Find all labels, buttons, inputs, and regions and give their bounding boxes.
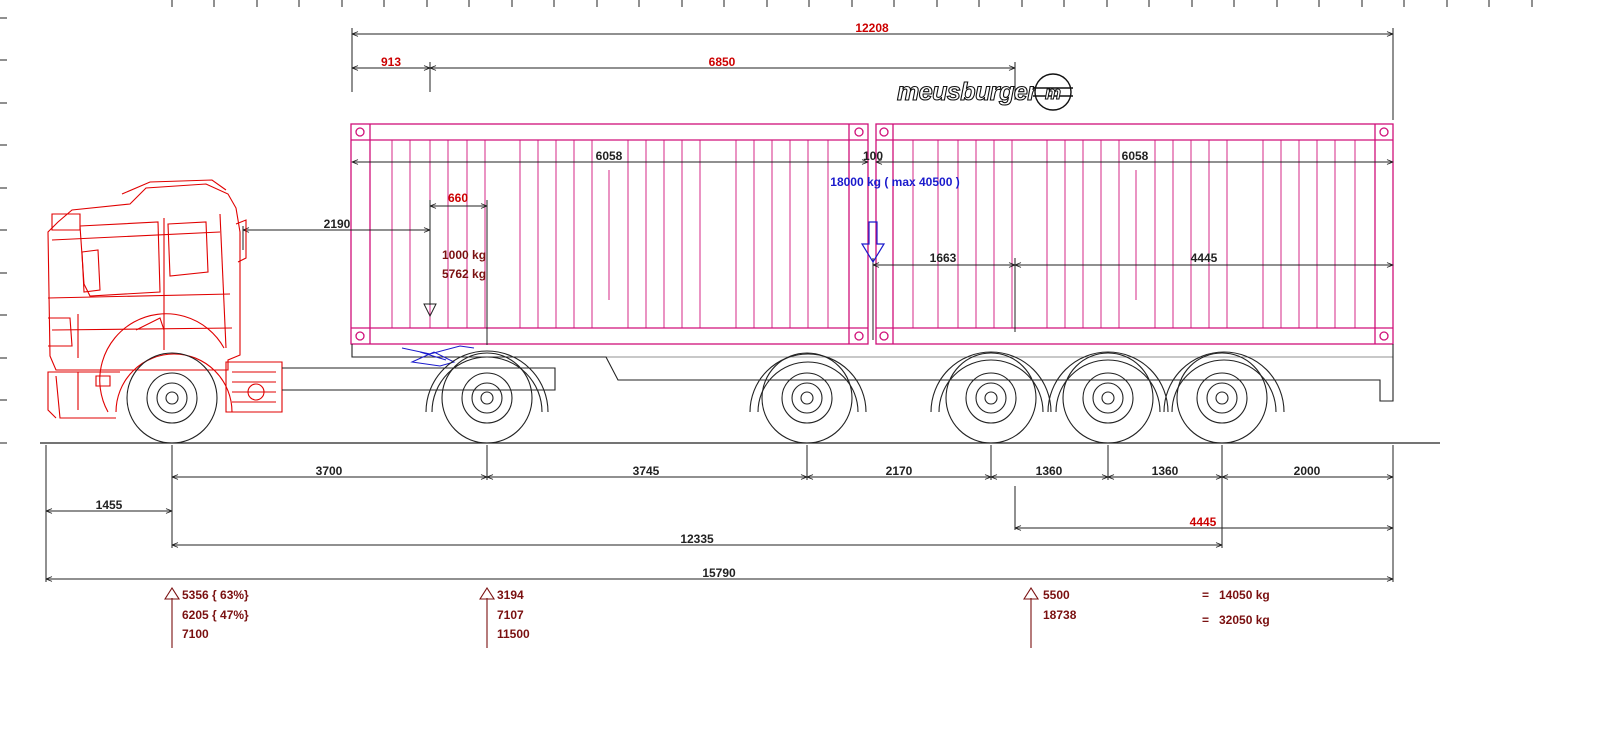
dim-axle-spacing-3: 1360 [1152, 464, 1179, 478]
dim-overall-length: 15790 [702, 566, 736, 580]
top-dimensions [351, 28, 1394, 120]
load-arrow-down-icon [860, 221, 886, 264]
logo-text: meusburger [897, 78, 1038, 106]
ruler-top [171, 0, 1533, 7]
drive-axle-load-2: 7107 [497, 608, 524, 622]
dim-total-wheelbase: 12335 [680, 532, 714, 546]
dim-fifth-wheel-offset: 660 [448, 191, 468, 205]
front-axle-load-2: 6205 { 47%} [182, 608, 249, 622]
meusburger-logo: meusburger m [896, 73, 1073, 111]
tractor-frame [282, 350, 556, 413]
wheel-trailer-1 [761, 352, 853, 444]
logo-symbol: m [1045, 83, 1061, 103]
front-axle-load-1: 5356 { 63%} [182, 588, 249, 602]
tractor-load-1: 1000 kg [442, 248, 486, 262]
dim-wheelbase: 3700 [316, 464, 343, 478]
dim-rear-overhang: 2000 [1294, 464, 1321, 478]
ruler-left [0, 17, 7, 444]
trailer-axle-load-2: 18738 [1043, 608, 1077, 622]
trailer-axle-load-1: 5500 [1043, 588, 1070, 602]
container-load-label: 18000 kg ( max 40500 ) [830, 175, 959, 189]
dim-kingpin-to-load: 6850 [709, 55, 736, 69]
dim-trailer-left: 1663 [930, 251, 957, 265]
truck-tractor [47, 179, 283, 419]
drive-axle-load-1: 3194 [497, 588, 524, 602]
dim-axle-spacing-1: 2170 [886, 464, 913, 478]
wheel-trailer-3 [1062, 352, 1154, 444]
total-load-1: = 14050 kg [1202, 588, 1270, 602]
wheel-trailer-4 [1176, 352, 1268, 444]
dim-trailer-load-center: 4445 [1190, 515, 1217, 529]
drive-axle-load-3: 11500 [497, 627, 530, 641]
drawing-canvas: 12208 913 6850 meusburger m 6058 100 605… [0, 0, 1598, 745]
dim-overall-top: 12208 [855, 21, 889, 35]
dim-container-right: 6058 [1122, 149, 1149, 163]
total-load-2: = 32050 kg [1202, 613, 1270, 627]
truck-dimension-drawing: 12208 913 6850 meusburger m 6058 100 605… [0, 0, 1533, 648]
wheel-front [126, 352, 218, 444]
axle-load-arrows [163, 586, 1040, 648]
dim-axle-spacing-2: 1360 [1036, 464, 1063, 478]
dim-cab-to-load: 2190 [324, 217, 351, 231]
dim-container-left: 6058 [596, 149, 623, 163]
dim-front-overhang: 1455 [96, 498, 123, 512]
dim-kingpin-to-axle: 3745 [633, 464, 660, 478]
front-axle-load-3: 7100 [182, 627, 209, 641]
dim-kingpin-offset: 913 [381, 55, 401, 69]
wheel-trailer-2 [945, 352, 1037, 444]
wheel-drive [441, 352, 533, 444]
tractor-load-2: 5762 kg [442, 267, 486, 281]
dim-trailer-right: 4445 [1191, 251, 1218, 265]
dim-container-gap: 100 [863, 149, 883, 163]
bottom-dimension-lines [45, 445, 1394, 582]
